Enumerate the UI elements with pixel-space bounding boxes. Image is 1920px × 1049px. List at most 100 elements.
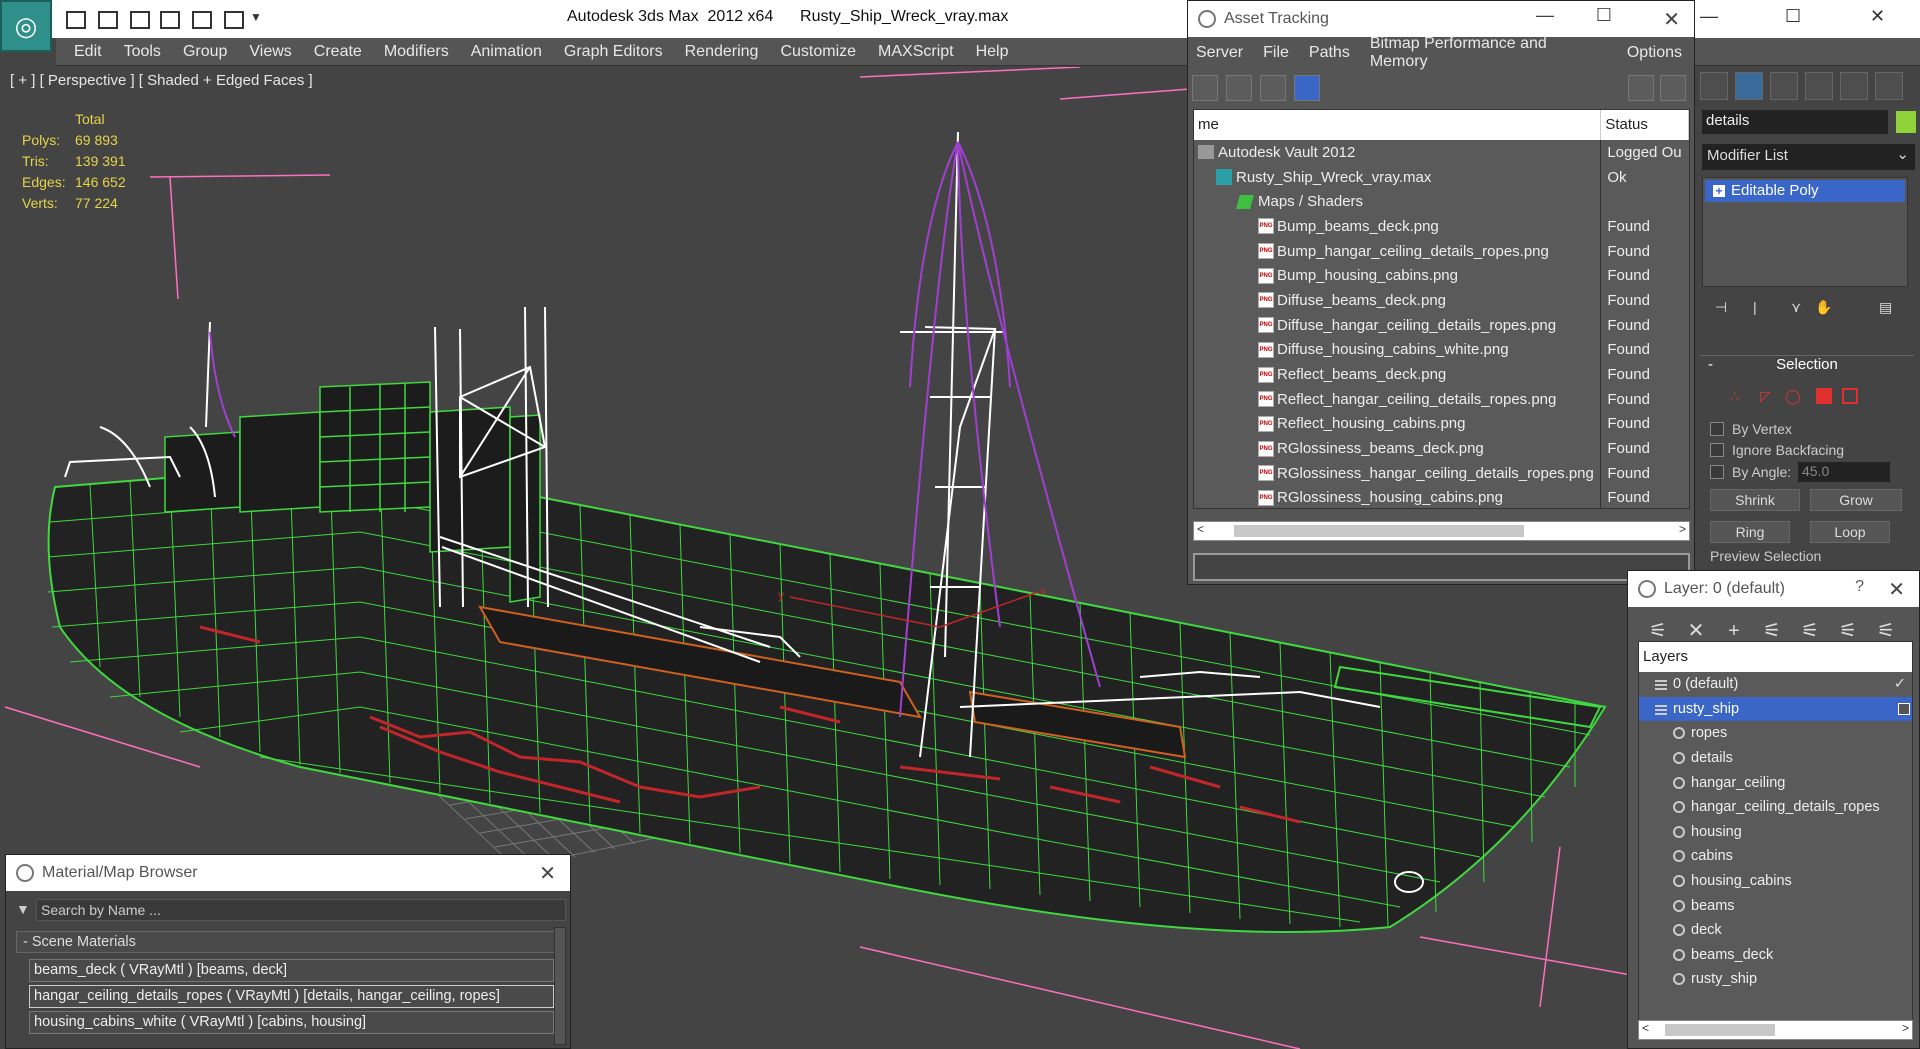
close-icon[interactable]: ✕ [539,861,556,886]
object-color-swatch[interactable] [1896,111,1916,133]
menu-bitmap-performance[interactable]: Bitmap Performance and Memory [1370,35,1607,71]
vault-help-icon[interactable] [1660,75,1686,101]
asset-row[interactable]: PNG RGlossiness_hangar_ceiling_details_ro… [1194,460,1689,486]
menu-modifiers[interactable]: Modifiers [384,43,449,61]
pin-stack-icon[interactable]: ⊣ [1715,299,1727,316]
menu-options[interactable]: Options [1627,44,1682,62]
asset-row[interactable]: PNG Reflect_hangar_ceiling_details_ropes.… [1194,386,1689,412]
configure-sets-icon[interactable]: ▤ [1879,299,1892,316]
expand-plus-icon[interactable]: + [1713,185,1725,197]
stack-item-editable-poly[interactable]: + Editable Poly [1705,180,1905,202]
angle-spinner-input[interactable]: 45.0 [1798,462,1890,482]
material-browser-titlebar[interactable]: Material/Map Browser ✕ [6,855,570,891]
app-logo-icon[interactable]: ◎ [0,0,52,52]
asset-row[interactable]: Autodesk Vault 2012 Logged Ou [1194,140,1689,165]
menu-help[interactable]: Help [976,43,1009,61]
loop-button[interactable]: Loop [1810,521,1890,543]
asset-row[interactable]: Rusty_Ship_Wreck_vray.max Ok [1194,164,1689,190]
scroll-left-icon[interactable]: < [1197,522,1204,536]
layer-object-row[interactable]: housing [1639,820,1912,845]
show-end-result-icon[interactable]: | [1753,299,1757,315]
quick-access-dropdown-icon[interactable]: ▼ [250,10,262,24]
layer-object-row[interactable]: beams [1639,893,1912,918]
vertical-scrollbar[interactable] [554,927,566,1045]
menu-file[interactable]: File [1263,44,1289,62]
asset-tracking-titlebar[interactable]: Asset Tracking — ☐ ✕ [1188,1,1694,37]
layer-object-row[interactable]: ropes [1639,721,1912,746]
open-file-icon[interactable] [66,11,86,29]
minimize-icon[interactable]: — [1700,6,1718,27]
menu-tools[interactable]: Tools [124,43,161,61]
help-icon[interactable]: ? [1855,578,1864,596]
copy-icon[interactable] [160,11,180,29]
vertex-icon[interactable]: ∴ [1730,388,1746,404]
display-tab-icon[interactable] [1840,72,1868,100]
layer-object-row[interactable]: hangar_ceiling_details_ropes [1639,795,1912,820]
select-objects-icon[interactable]: ⚟ [1762,621,1782,641]
asset-row[interactable]: PNG Bump_hangar_ceiling_details_ropes.png… [1194,238,1689,264]
scrollbar-thumb[interactable] [1234,525,1524,537]
asset-row[interactable]: PNG Diffuse_housing_cabins_white.png Found [1194,337,1689,363]
menu-animation[interactable]: Animation [471,43,542,61]
border-icon[interactable]: ◯ [1785,388,1801,404]
minimize-icon[interactable]: — [1536,5,1554,26]
new-file-icon[interactable] [130,11,150,29]
menu-views[interactable]: Views [249,43,291,61]
create-layer-icon[interactable]: + [1724,621,1744,641]
modify-tab-icon[interactable] [1735,72,1763,100]
scrollbar-thumb[interactable] [1665,1024,1775,1036]
layer-row[interactable]: rusty_ship [1639,696,1912,722]
redo-icon[interactable] [224,11,244,29]
asset-row[interactable]: PNG RGlossiness_housing_cabins.png Found [1194,485,1689,508]
freeze-layers-icon[interactable]: ⚟ [1876,621,1896,641]
menu-rendering[interactable]: Rendering [685,43,759,61]
scroll-right-icon[interactable]: > [1902,1021,1909,1035]
horizontal-scrollbar[interactable]: < > [1193,521,1690,541]
menu-server[interactable]: Server [1196,44,1243,62]
column-name-header[interactable]: me [1194,110,1602,140]
close-icon[interactable]: ✕ [1663,7,1680,32]
object-name-field[interactable]: details [1702,110,1888,134]
menu-group[interactable]: Group [183,43,227,61]
list-view-icon[interactable] [1226,75,1252,101]
asset-row[interactable]: PNG Reflect_beams_deck.png Found [1194,362,1689,387]
material-item[interactable]: beams_deck ( VRayMtl ) [beams, deck] [29,959,554,982]
maximize-icon[interactable]: ☐ [1596,5,1612,26]
layer-object-row[interactable]: beams_deck [1639,943,1912,968]
asset-row[interactable]: PNG Bump_housing_cabins.png Found [1194,263,1689,289]
create-tab-icon[interactable] [1700,72,1728,100]
asset-path-input[interactable] [1193,553,1690,581]
undo-icon[interactable] [192,11,212,29]
edge-icon[interactable]: ◸ [1760,388,1776,404]
layer-row[interactable]: 0 (default) ✓ [1639,672,1912,697]
motion-tab-icon[interactable] [1805,72,1833,100]
search-options-chevron-icon[interactable]: ▼ [16,901,30,917]
horizontal-scrollbar[interactable]: < > [1638,1020,1913,1040]
scroll-right-icon[interactable]: > [1679,522,1686,536]
menu-graph-editors[interactable]: Graph Editors [564,43,663,61]
by-vertex-checkbox[interactable]: By Vertex [1710,421,1792,437]
set-current-layer-icon[interactable] [1898,702,1910,715]
refresh-icon[interactable] [1192,75,1218,101]
layer-manager-titlebar[interactable]: Layer: 0 (default) ? ✕ [1628,571,1919,607]
delete-layer-icon[interactable]: ✕ [1686,621,1706,641]
material-item[interactable]: housing_cabins_white ( VRayMtl ) [cabins… [29,1011,554,1034]
asset-row[interactable]: PNG Reflect_housing_cabins.png Found [1194,411,1689,437]
menu-maxscript[interactable]: MAXScript [878,43,954,61]
table-view-icon[interactable] [1294,75,1320,101]
close-icon[interactable]: ✕ [1870,6,1885,27]
material-item[interactable]: hangar_ceiling_details_ropes ( VRayMtl )… [29,985,554,1008]
layers-column-header[interactable]: Layers [1639,642,1912,672]
polygon-icon[interactable] [1816,388,1832,404]
remove-modifier-icon[interactable]: ✋ [1815,299,1832,316]
grow-button[interactable]: Grow [1810,489,1902,511]
select-layer-icon[interactable]: ⚟ [1800,621,1820,641]
asset-row[interactable]: Maps / Shaders [1194,189,1689,215]
asset-row[interactable]: PNG Bump_beams_deck.png Found [1194,214,1689,239]
selection-rollout-header[interactable]: - Selection [1700,356,1914,378]
viewport-label[interactable]: [ + ] [ Perspective ] [ Shaded + Edged F… [10,72,313,89]
menu-paths[interactable]: Paths [1309,44,1350,62]
asset-row[interactable]: PNG Diffuse_hangar_ceiling_details_ropes.… [1194,312,1689,338]
scene-materials-group[interactable]: - Scene Materials [16,931,561,953]
utilities-tab-icon[interactable] [1875,72,1903,100]
